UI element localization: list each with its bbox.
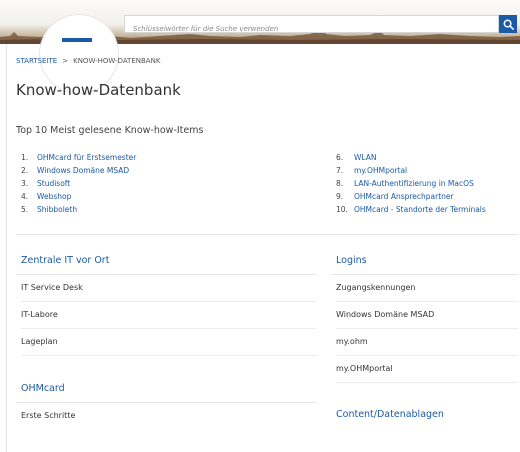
section-heading-content-datenablagen[interactable]: Content/Datenablagen — [336, 409, 444, 420]
top10-heading: Top 10 Meist gelesene Know-how-Items — [16, 125, 204, 136]
list-item: 3. Studisoft — [21, 177, 136, 190]
search-icon — [503, 19, 514, 30]
item-number: 3. — [21, 179, 29, 188]
search-input[interactable] — [125, 21, 498, 37]
top10-link[interactable]: OHMcard - Standorte der Terminals — [354, 205, 486, 214]
link-label: Lageplan — [21, 337, 58, 346]
item-number: 1. — [21, 153, 29, 162]
list-item: 9. OHMcard Ansprechpartner — [336, 190, 486, 203]
link-label: Windows Domäne MSAD — [336, 310, 435, 319]
link-row-zugangskennungen[interactable]: Zugangskennungen — [336, 275, 518, 302]
breadcrumb-current: KNOW-HOW-DATENBANK — [73, 57, 161, 65]
top10-link[interactable]: WLAN — [354, 153, 377, 162]
list-item: 1. OHMcard für Erstsemester — [21, 151, 136, 164]
search-button[interactable] — [499, 15, 517, 33]
link-row-erste-schritte[interactable]: Erste Schritte — [21, 403, 316, 429]
item-number: 10. — [336, 205, 348, 214]
link-row-my-ohmportal[interactable]: my.OHMportal — [336, 356, 518, 383]
top10-link[interactable]: Webshop — [37, 192, 71, 201]
link-label: IT-Labore — [21, 310, 58, 319]
section-heading-logins[interactable]: Logins — [336, 255, 367, 266]
link-label: Zugangskennungen — [336, 283, 416, 292]
top10-list-right: 6. WLAN 7. my.OHMportal 8. LAN-Authentifizi… — [336, 151, 486, 216]
link-label: IT Service Desk — [21, 283, 83, 292]
item-number: 7. — [336, 166, 344, 175]
logo-bar — [62, 38, 92, 42]
link-label: Erste Schritte — [21, 411, 76, 420]
top10-link[interactable]: LAN-Authentifizierung in MacOS — [354, 179, 474, 188]
content-left-border — [6, 44, 7, 452]
link-row-it-labore[interactable]: IT-Labore — [21, 302, 316, 329]
search-box — [124, 15, 499, 37]
top10-link[interactable]: Studisoft — [37, 179, 70, 188]
section-heading-ohmcard[interactable]: OHMcard — [21, 383, 65, 394]
list-item: 4. Webshop — [21, 190, 136, 203]
item-number: 5. — [21, 205, 29, 214]
list-item: 8. LAN-Authentifizierung in MacOS — [336, 177, 486, 190]
top10-link[interactable]: OHMcard Ansprechpartner — [354, 192, 454, 201]
item-number: 9. — [336, 192, 344, 201]
list-item: 10. OHMcard - Standorte der Terminals — [336, 203, 486, 216]
item-number: 6. — [336, 153, 344, 162]
link-label: my.ohm — [336, 337, 368, 346]
breadcrumb-home-link[interactable]: STARTSEITE — [16, 57, 57, 65]
breadcrumb: STARTSEITE > KNOW-HOW-DATENBANK — [16, 57, 160, 65]
list-item: 5. Shibboleth — [21, 203, 136, 216]
list-item: 7. my.OHMportal — [336, 164, 486, 177]
top10-link[interactable]: OHMcard für Erstsemester — [37, 153, 136, 162]
link-label: my.OHMportal — [336, 364, 393, 373]
item-number: 2. — [21, 166, 29, 175]
list-item: 6. WLAN — [336, 151, 486, 164]
section-heading-zentrale-it[interactable]: Zentrale IT vor Ort — [21, 255, 109, 266]
top10-link[interactable]: Shibboleth — [37, 205, 77, 214]
item-number: 8. — [336, 179, 344, 188]
breadcrumb-separator: > — [62, 57, 69, 65]
link-row-it-service-desk[interactable]: IT Service Desk — [21, 275, 316, 302]
top10-link[interactable]: my.OHMportal — [354, 166, 407, 175]
section-divider — [16, 234, 518, 235]
top10-list-left: 1. OHMcard für Erstsemester 2. Windows Dom… — [21, 151, 136, 216]
top10-link[interactable]: Windows Domäne MSAD — [37, 166, 129, 175]
item-number: 4. — [21, 192, 29, 201]
link-row-lageplan[interactable]: Lageplan — [21, 329, 316, 356]
page-title: Know-how-Datenbank — [16, 81, 181, 99]
link-row-windows-domaene[interactable]: Windows Domäne MSAD — [336, 302, 518, 329]
link-row-my-ohm[interactable]: my.ohm — [336, 329, 518, 356]
list-item: 2. Windows Domäne MSAD — [21, 164, 136, 177]
